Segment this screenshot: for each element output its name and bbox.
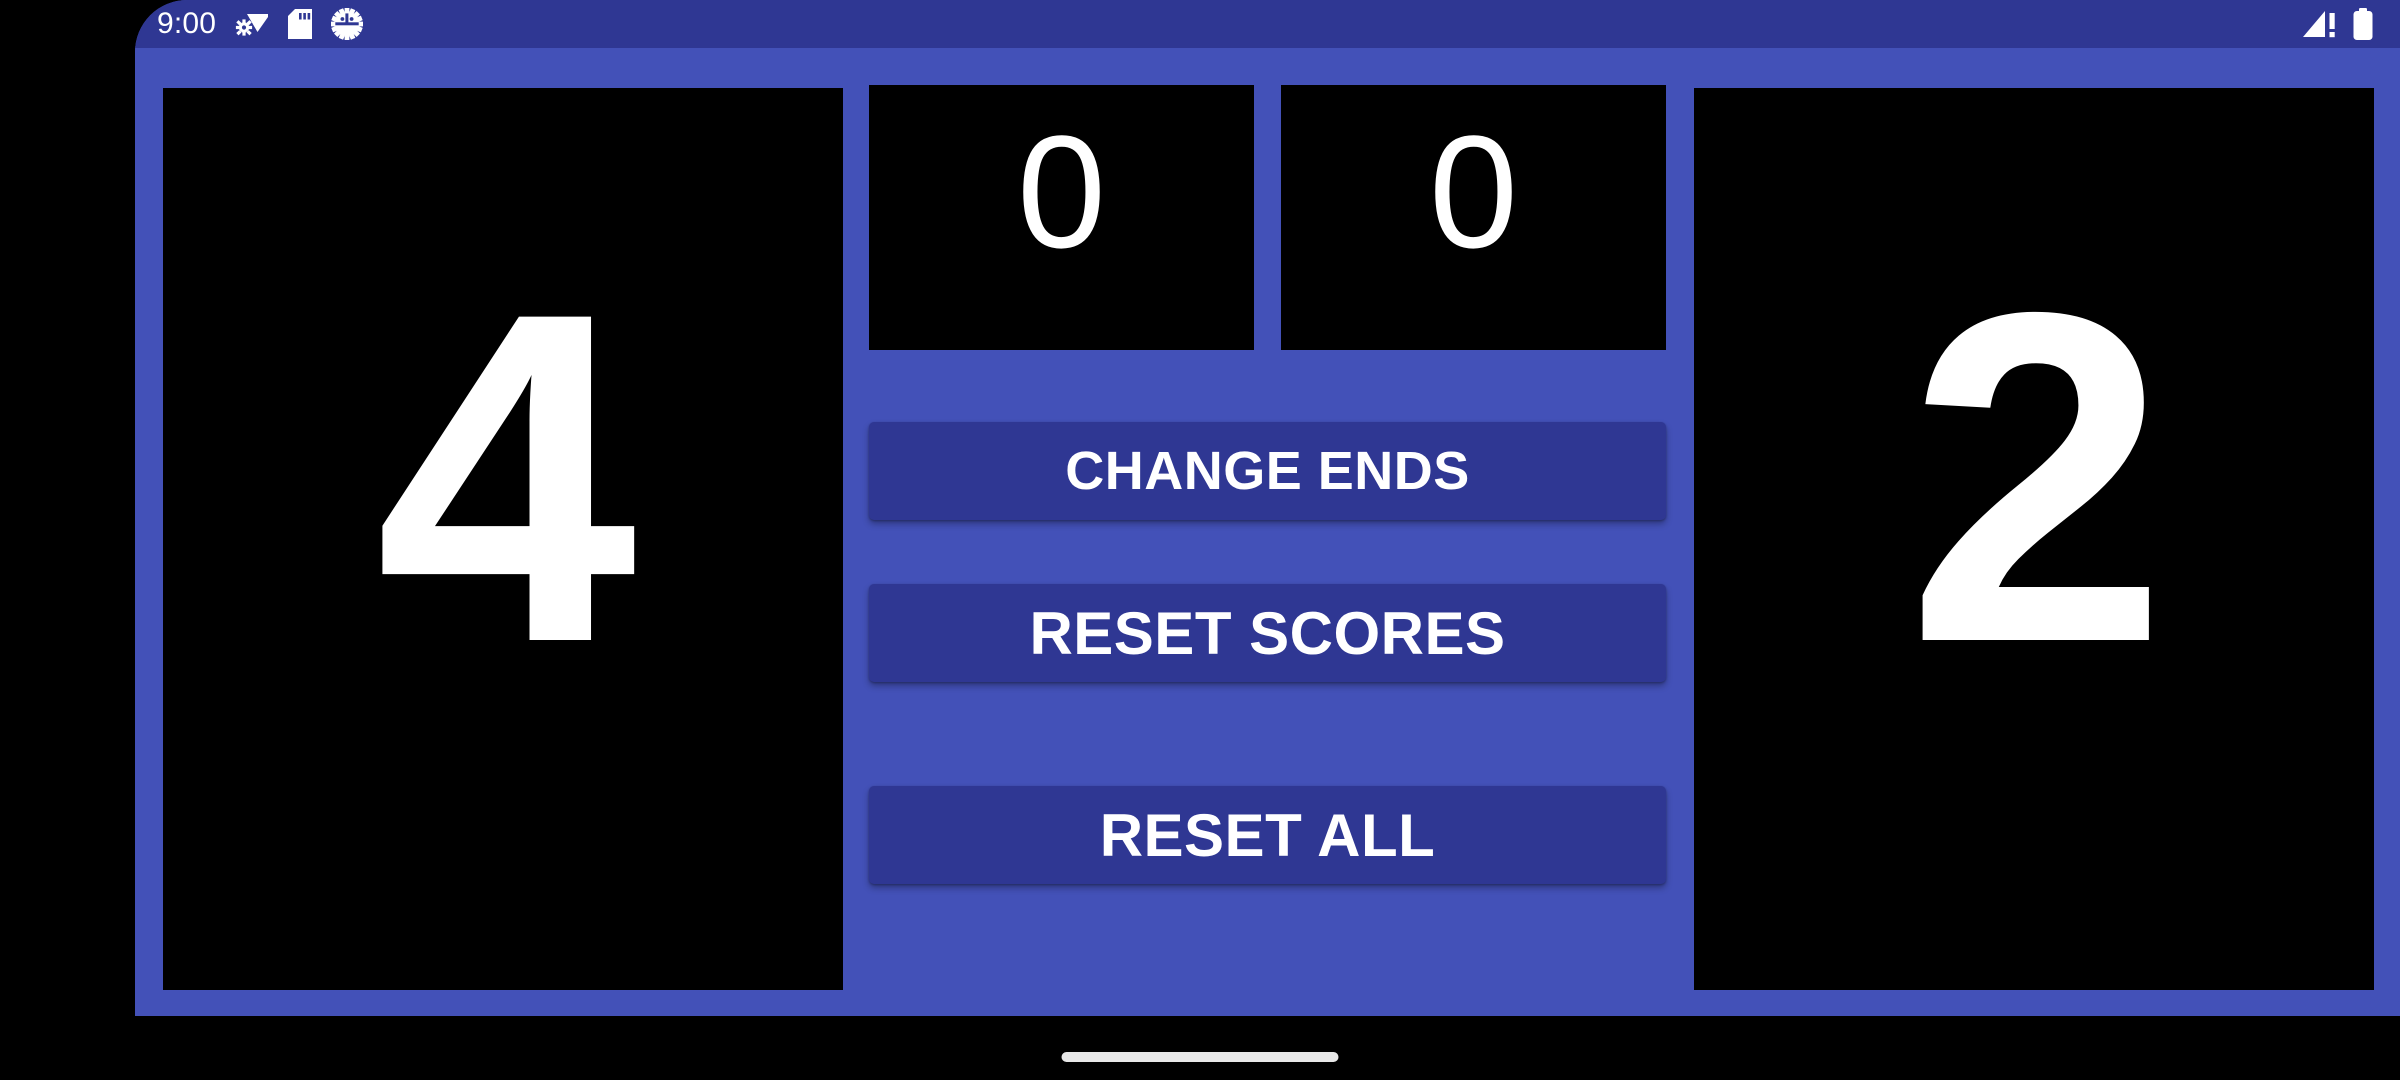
device-screen: 9:00 4 0 0 CHANGE ENDS RESET SCORES RESE… (0, 0, 2400, 1080)
left-player-score-panel[interactable]: 4 (163, 88, 843, 990)
battery-icon (2352, 8, 2374, 40)
status-bar: 9:00 (135, 0, 2400, 48)
change-ends-button[interactable]: CHANGE ENDS (869, 422, 1666, 520)
status-bar-clock: 9:00 (157, 7, 217, 40)
right-set-score-box[interactable]: 0 (1281, 85, 1666, 350)
left-player-score-value: 4 (375, 215, 636, 740)
wifi-settings-icon (235, 10, 269, 38)
status-bar-left-group: 9:00 (157, 7, 364, 40)
reset-all-button[interactable]: RESET ALL (869, 786, 1666, 884)
reset-scores-button[interactable]: RESET SCORES (869, 584, 1666, 682)
set-score-row: 0 0 (869, 85, 1666, 350)
left-set-score-value: 0 (1017, 102, 1106, 281)
right-set-score-value: 0 (1429, 102, 1518, 281)
system-navigation-bar (0, 1016, 2400, 1080)
status-bar-right-group (2303, 8, 2374, 40)
sd-card-icon (288, 9, 313, 39)
scoreboard-content: 4 0 0 CHANGE ENDS RESET SCORES RESET ALL (135, 48, 2400, 1016)
gesture-navigation-pill[interactable] (1061, 1052, 1339, 1062)
right-player-score-value: 2 (1906, 215, 2167, 740)
bug-gear-icon (331, 8, 364, 40)
app-window: 9:00 4 0 0 CHANGE ENDS RESET SCORES RESE… (135, 0, 2400, 1016)
left-set-score-box[interactable]: 0 (869, 85, 1254, 350)
cellular-signal-alert-icon (2303, 9, 2339, 39)
center-control-column: 0 0 CHANGE ENDS RESET SCORES RESET ALL (869, 48, 1666, 1016)
right-player-score-panel[interactable]: 2 (1694, 88, 2374, 990)
